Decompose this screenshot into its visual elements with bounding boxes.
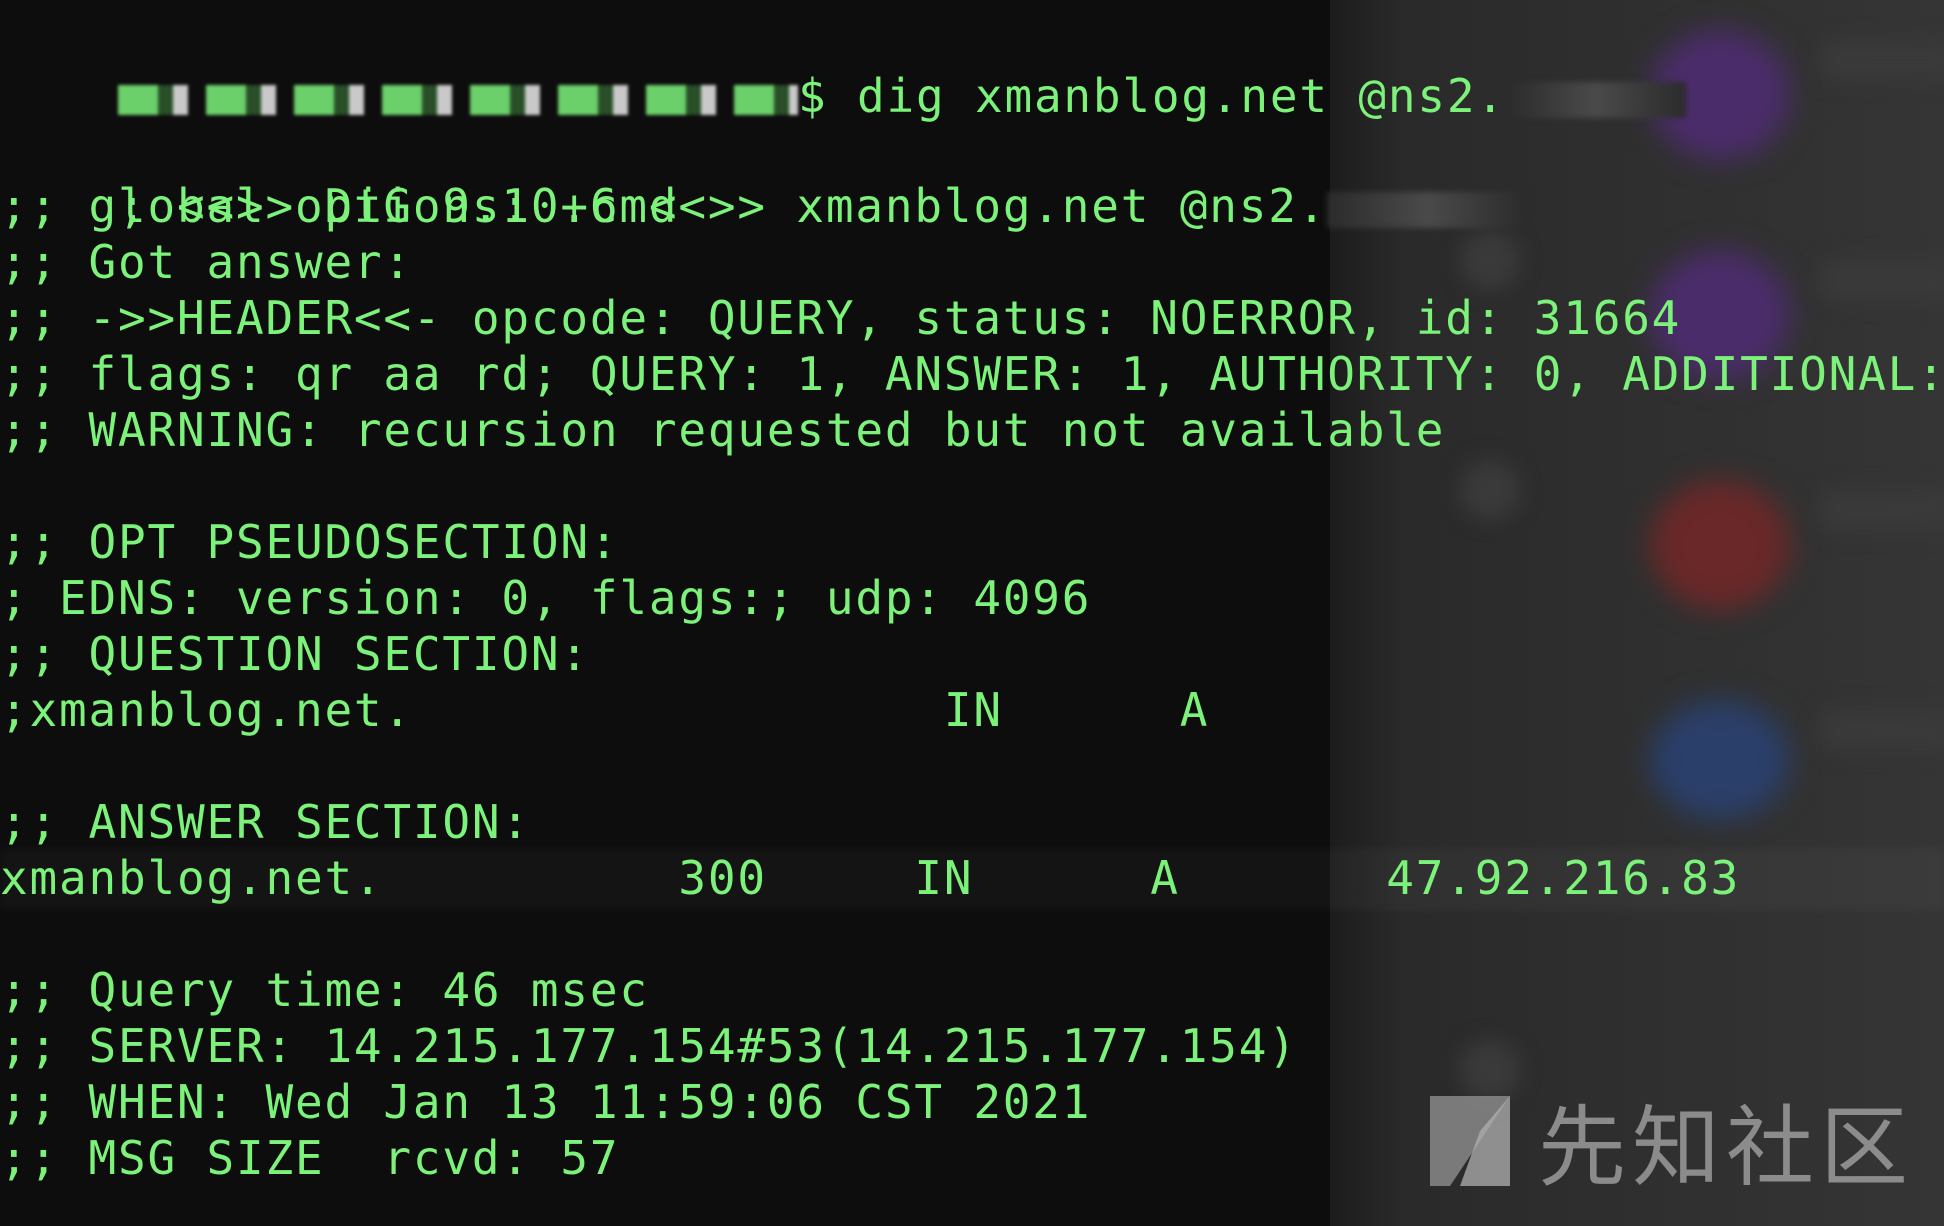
dig-version-line: ; <<>> DiG 9.10.6 <<>> xmanblog.net @ns2… [0,122,1528,233]
output-line: ;; global options: +cmd [0,179,679,233]
redacted-nameserver [1505,81,1686,118]
watermark-text: 先知社区 [1537,1096,1914,1199]
output-line: ;; WARNING: recursion requested but not … [0,403,1446,457]
output-line: ;; WHEN: Wed Jan 13 11:59:06 CST 2021 [0,1075,1092,1129]
prompt-line: $ dig xmanblog.net @ns2. [0,12,1686,123]
output-line: ;; OPT PSEUDOSECTION: [0,515,620,569]
output-line: ; EDNS: version: 0, flags:; udp: 4096 [0,571,1092,625]
output-line: ;xmanblog.net. IN A [0,683,1210,737]
watermark: 先知社区 [1420,1077,1914,1204]
output-line: ;; SERVER: 14.215.177.154#53(14.215.177.… [0,1019,1298,1073]
output-line: ;; Got answer: [0,235,413,289]
terminal-output: $ dig xmanblog.net @ns2. ; <<>> DiG 9.10… [0,0,1944,1226]
redacted-nameserver [1327,191,1528,228]
output-line: ;; QUESTION SECTION: [0,627,590,681]
redacted-username [117,84,798,115]
answer-record-line: xmanblog.net. 300 IN A 47.92.216.83 [0,851,1741,905]
output-line: ;; flags: qr aa rd; QUERY: 1, ANSWER: 1,… [0,347,1944,401]
prompt-command: $ dig xmanblog.net @ns2. [797,69,1506,123]
output-line: ;; MSG SIZE rcvd: 57 [0,1131,620,1185]
slash-logo-icon [1429,1095,1510,1186]
output-line: ;; ANSWER SECTION: [0,795,531,849]
output-line: ;; ->>HEADER<<- opcode: QUERY, status: N… [0,291,1682,345]
output-line: ;; Query time: 46 msec [0,963,649,1017]
